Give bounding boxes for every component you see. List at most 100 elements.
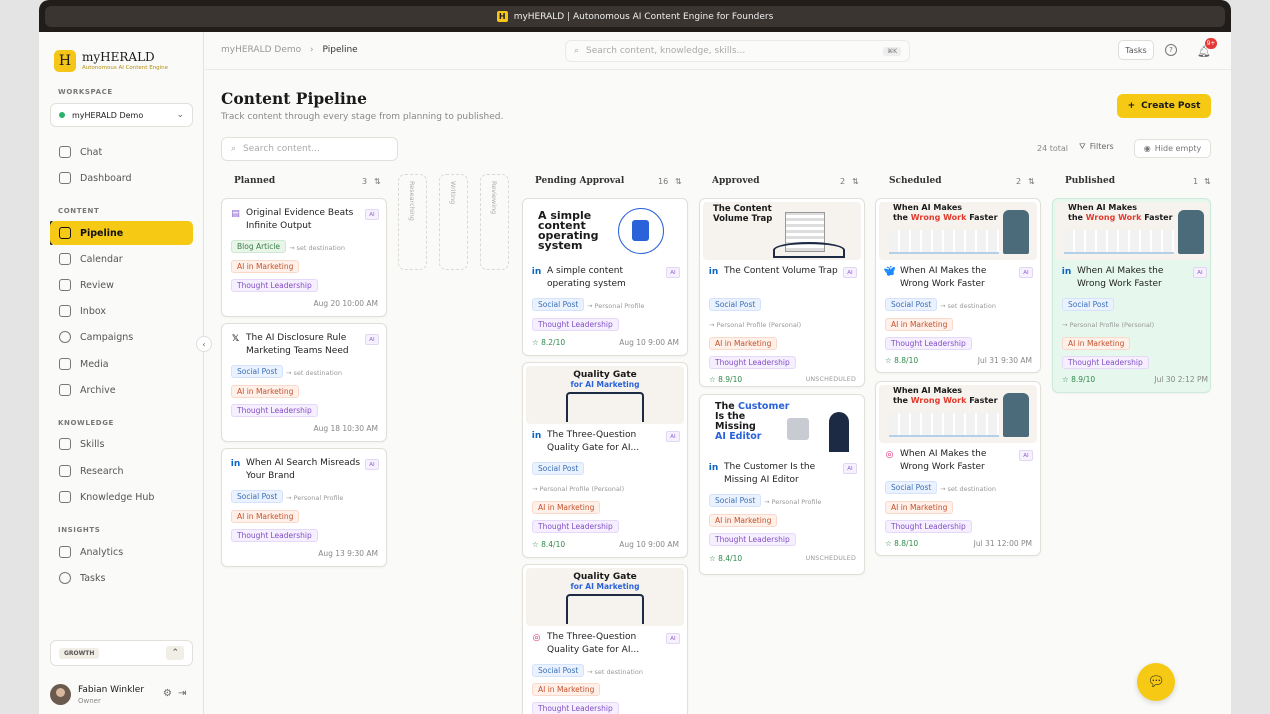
chat-fab-button[interactable]: 💬︎ bbox=[1137, 663, 1175, 701]
card-thumbnail: When AI Makes the Wrong Work Faster bbox=[879, 202, 1037, 260]
window-title-pill: H myHERALD | Autonomous AI Content Engin… bbox=[45, 6, 1225, 27]
eye-icon: ◉ bbox=[1143, 144, 1151, 153]
main-area: myHERALD Demo › Pipeline ⌕ Search conten… bbox=[205, 32, 1231, 714]
sidebar-item-inbox[interactable]: Inbox bbox=[50, 299, 193, 323]
column-collapsed-researching[interactable]: Researching bbox=[398, 174, 427, 270]
help-icon[interactable]: ? bbox=[1165, 44, 1177, 56]
content-card[interactable]: in When AI Search Misreads Your Brand AI… bbox=[221, 448, 387, 567]
card-title: When AI Makes the Wrong Work Faster bbox=[1077, 266, 1164, 289]
logout-icon[interactable]: ⇥ bbox=[178, 688, 186, 699]
type-tag: Social Post bbox=[709, 494, 762, 507]
plan-selector[interactable]: GROWTH ⌃ bbox=[50, 640, 193, 666]
content-card[interactable]: Quality Gate for AI Marketing in The Thr… bbox=[522, 362, 688, 558]
content-card[interactable]: When AI Makes the Wrong Work Faster ◎ Whe… bbox=[875, 381, 1041, 556]
content-card[interactable]: Quality Gate for AI Marketing ◎ The Thre… bbox=[522, 564, 688, 714]
sidebar-item-research[interactable]: Research bbox=[50, 459, 193, 483]
sidebar-item-chat[interactable]: Chat bbox=[50, 140, 193, 164]
destination-label: → Personal Profile bbox=[286, 494, 344, 502]
hide-empty-toggle[interactable]: ◉ Hide empty bbox=[1134, 139, 1211, 158]
brand-logo[interactable]: H bbox=[54, 50, 76, 72]
user-profile[interactable]: Fabian Winkler Owner ⚙ ⇥ bbox=[50, 682, 200, 710]
thumbnail-text: When AI Makes the Wrong Work Faster bbox=[893, 386, 998, 406]
sidebar-item-calendar[interactable]: Calendar bbox=[50, 247, 193, 271]
thumb-word: Wrong Work bbox=[910, 396, 967, 405]
card-thumbnail: A simple content operating system bbox=[526, 202, 684, 260]
column-count: 16 bbox=[658, 177, 669, 186]
sidebar-item-dashboard[interactable]: Dashboard bbox=[50, 166, 193, 190]
sidebar: H myHERALD Autonomous AI Content Engine … bbox=[39, 32, 204, 714]
papers-graphic bbox=[889, 230, 999, 254]
sidebar-item-media[interactable]: Media bbox=[50, 352, 193, 376]
create-post-button[interactable]: + Create Post bbox=[1117, 94, 1211, 118]
plus-icon: + bbox=[1127, 101, 1136, 111]
search-icon: ⌕ bbox=[574, 46, 580, 56]
destination-label: → Personal Profile bbox=[764, 498, 822, 506]
thumbnail-text: When AI Makes the Wrong Work Faster bbox=[1068, 203, 1173, 223]
content-card[interactable]: When AI Makes the Wrong Work Faster 🦋︎ Wh… bbox=[875, 198, 1041, 373]
breadcrumb-root[interactable]: myHERALD Demo bbox=[221, 45, 301, 55]
content-search-input[interactable]: ⌕ Search content... bbox=[221, 137, 398, 161]
sort-icon[interactable]: ⇅ bbox=[675, 177, 682, 186]
column-collapsed-reviewing[interactable]: Reviewing bbox=[480, 174, 509, 270]
sort-icon[interactable]: ⇅ bbox=[374, 177, 381, 186]
create-post-label: Create Post bbox=[1141, 101, 1201, 111]
workspace-selector[interactable]: myHERALD Demo ⌄ bbox=[50, 103, 193, 127]
destination-link[interactable]: → set destination bbox=[940, 485, 996, 493]
sidebar-item-campaigns[interactable]: Campaigns bbox=[50, 325, 193, 349]
destination-link[interactable]: → set destination bbox=[587, 668, 643, 676]
content-card[interactable]: 𝕏 The AI Disclosure Rule Marketing Teams… bbox=[221, 323, 387, 442]
sidebar-item-tasks[interactable]: Tasks bbox=[50, 566, 193, 590]
linkedin-icon: in bbox=[531, 430, 542, 441]
tasks-button[interactable]: Tasks bbox=[1118, 40, 1154, 60]
sidebar-item-label: Skills bbox=[80, 438, 105, 450]
column-collapsed-writing[interactable]: Writing bbox=[439, 174, 468, 270]
sidebar-item-label: Archive bbox=[80, 384, 116, 396]
destination-link[interactable]: → set destination bbox=[940, 302, 996, 310]
sidebar-item-skills[interactable]: Skills bbox=[50, 432, 193, 456]
type-tag: Social Post bbox=[885, 481, 938, 494]
user-role: Owner bbox=[78, 697, 101, 705]
topic-tag: AI in Marketing bbox=[231, 260, 300, 273]
puzzle-graphic bbox=[787, 418, 809, 440]
chat-bubble-icon: 💬︎ bbox=[1147, 674, 1165, 690]
thumb-word: When AI Makes bbox=[1068, 203, 1138, 212]
content-card[interactable]: A simple content operating system in A s… bbox=[522, 198, 688, 356]
linkedin-icon: in bbox=[531, 266, 542, 277]
topic-tag: AI in Marketing bbox=[532, 501, 601, 514]
content-card[interactable]: The Content Volume Trap in The Content V… bbox=[699, 198, 865, 387]
workspace-status-dot bbox=[59, 112, 65, 118]
content-card[interactable]: The Customer Is the Missing AI Editor in… bbox=[699, 394, 865, 575]
filters-button[interactable]: ⛛ Filters bbox=[1079, 142, 1114, 152]
global-search[interactable]: ⌕ Search content, knowledge, skills... ⌘… bbox=[565, 40, 910, 62]
destination-link[interactable]: → set destination bbox=[289, 244, 345, 252]
sort-icon[interactable]: ⇅ bbox=[1028, 177, 1035, 186]
topic-tag: AI in Marketing bbox=[231, 385, 300, 398]
score-value: 8.9/10 bbox=[1071, 375, 1096, 384]
sidebar-item-label: Chat bbox=[80, 146, 103, 158]
linkedin-icon: in bbox=[1061, 266, 1072, 277]
sort-icon[interactable]: ⇅ bbox=[1204, 177, 1211, 186]
score-value: 8.8/10 bbox=[894, 539, 919, 548]
card-thumbnail: Quality Gate for AI Marketing bbox=[526, 366, 684, 424]
brand-name: myHERALD bbox=[82, 50, 155, 64]
sidebar-item-analytics[interactable]: Analytics bbox=[50, 540, 193, 564]
sidebar-item-archive[interactable]: Archive bbox=[50, 378, 193, 402]
sort-icon[interactable]: ⇅ bbox=[852, 177, 859, 186]
thumb-word: Wrong Work bbox=[1085, 213, 1142, 222]
settings-icon[interactable]: ⚙ bbox=[163, 688, 172, 699]
inbox-icon bbox=[59, 305, 71, 317]
gate-graphic bbox=[566, 392, 644, 422]
destination-link[interactable]: → set destination bbox=[286, 369, 342, 377]
book-icon bbox=[59, 438, 71, 450]
topic-tag: AI in Marketing bbox=[532, 683, 601, 696]
breadcrumb: myHERALD Demo › Pipeline bbox=[221, 45, 358, 55]
timer-icon bbox=[59, 572, 71, 584]
content-card[interactable]: ▤ Original Evidence Beats Infinite Outpu… bbox=[221, 198, 387, 317]
sidebar-item-pipeline[interactable]: Pipeline bbox=[50, 221, 193, 245]
card-date: Jul 30 2:12 PM bbox=[1154, 375, 1208, 384]
chat-icon bbox=[59, 146, 71, 158]
collapse-sidebar-button[interactable]: ‹ bbox=[196, 336, 212, 352]
content-card[interactable]: When AI Makes the Wrong Work Faster in Wh… bbox=[1052, 198, 1211, 393]
sidebar-item-knowledge-hub[interactable]: Knowledge Hub bbox=[50, 485, 193, 509]
sidebar-item-review[interactable]: Review bbox=[50, 273, 193, 297]
